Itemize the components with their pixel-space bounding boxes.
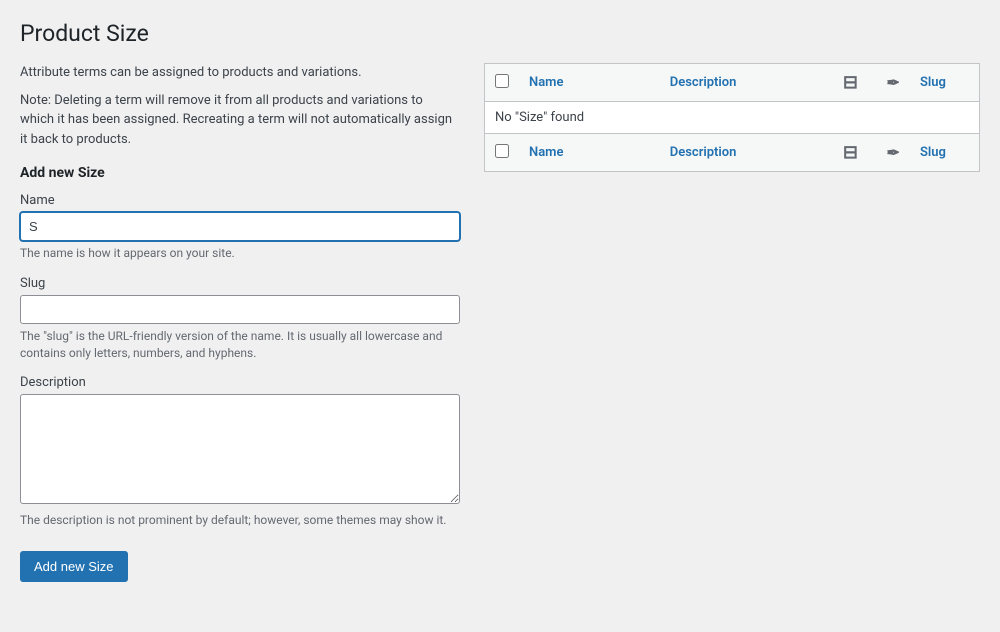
table-header-row: Name Description ⊟ ✒ Slug xyxy=(485,64,980,102)
col-header-edit-icon: ✒ xyxy=(877,64,910,102)
col-footer-checkbox xyxy=(485,134,520,172)
slug-column-link[interactable]: Slug xyxy=(920,75,946,90)
left-panel: Attribute terms can be assigned to produ… xyxy=(20,63,460,582)
add-new-size-button[interactable]: Add new Size xyxy=(20,551,128,582)
col-footer-edit-icon: ✒ xyxy=(877,134,910,172)
name-column-link[interactable]: Name xyxy=(529,75,563,90)
description-label: Description xyxy=(20,375,460,390)
terms-table: Name Description ⊟ ✒ Slug xyxy=(484,63,980,172)
edit-icon: ✒ xyxy=(887,73,900,92)
col-header-checkbox xyxy=(485,64,520,102)
col-footer-name[interactable]: Name xyxy=(519,134,660,172)
attribute-info-text: Attribute terms can be assigned to produ… xyxy=(20,63,460,83)
add-new-heading: Add new Size xyxy=(20,165,460,181)
menu-icon: ⊟ xyxy=(843,72,858,93)
col-header-menu-icon: ⊟ xyxy=(824,64,876,102)
col-header-name[interactable]: Name xyxy=(519,64,660,102)
edit-footer-icon: ✒ xyxy=(887,143,900,162)
description-column-link[interactable]: Description xyxy=(670,75,737,90)
col-footer-description[interactable]: Description xyxy=(660,134,825,172)
description-textarea[interactable] xyxy=(20,394,460,504)
table-footer-row: Name Description ⊟ ✒ Slug xyxy=(485,134,980,172)
right-panel: Name Description ⊟ ✒ Slug xyxy=(484,63,980,172)
slug-field-group: Slug The "slug" is the URL-friendly vers… xyxy=(20,276,460,362)
description-footer-link[interactable]: Description xyxy=(670,145,737,160)
col-footer-slug[interactable]: Slug xyxy=(910,134,980,172)
slug-hint: The "slug" is the URL-friendly version o… xyxy=(20,328,460,362)
name-field-group: Name The name is how it appears on your … xyxy=(20,193,460,262)
select-all-footer-checkbox[interactable] xyxy=(495,144,509,158)
name-footer-link[interactable]: Name xyxy=(529,145,563,160)
col-footer-menu-icon: ⊟ xyxy=(824,134,876,172)
name-label: Name xyxy=(20,193,460,208)
no-found-cell: No "Size" found xyxy=(485,102,980,134)
menu-footer-icon: ⊟ xyxy=(843,142,858,163)
slug-label: Slug xyxy=(20,276,460,291)
col-header-slug[interactable]: Slug xyxy=(910,64,980,102)
name-hint: The name is how it appears on your site. xyxy=(20,245,460,262)
no-found-row: No "Size" found xyxy=(485,102,980,134)
note-text: Note: Deleting a term will remove it fro… xyxy=(20,91,460,150)
slug-footer-link[interactable]: Slug xyxy=(920,145,946,160)
name-input[interactable] xyxy=(20,212,460,241)
description-field-group: Description The description is not promi… xyxy=(20,375,460,529)
page-title: Product Size xyxy=(20,20,980,47)
select-all-checkbox[interactable] xyxy=(495,74,509,88)
col-header-description[interactable]: Description xyxy=(660,64,825,102)
slug-input[interactable] xyxy=(20,295,460,324)
description-hint: The description is not prominent by defa… xyxy=(20,512,460,529)
